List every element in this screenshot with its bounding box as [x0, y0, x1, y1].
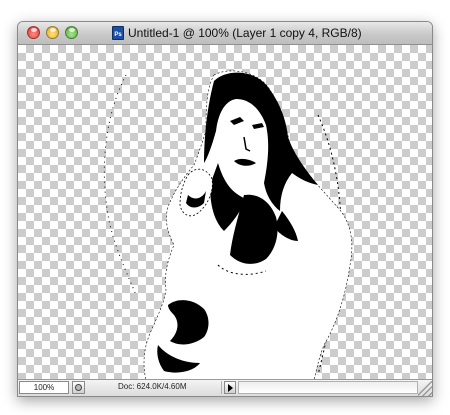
- resize-grip-icon[interactable]: [418, 381, 432, 396]
- photoshop-document-icon: Ps: [112, 26, 124, 40]
- document-size-info: Doc: 624.0K/4.60M: [88, 381, 222, 394]
- document-window: Ps Untitled-1 @ 100% (Layer 1 copy 4, RG…: [17, 21, 433, 397]
- status-menu-arrow-icon[interactable]: [224, 381, 236, 394]
- horizontal-scrollbar[interactable]: [238, 381, 418, 394]
- navigator-icon[interactable]: [72, 381, 85, 394]
- status-bar: 100% Doc: 624.0K/4.60M: [18, 379, 432, 396]
- minimize-button[interactable]: [46, 26, 59, 39]
- window-title: Ps Untitled-1 @ 100% (Layer 1 copy 4, RG…: [112, 25, 362, 41]
- zoom-level-field[interactable]: 100%: [19, 381, 69, 394]
- close-button[interactable]: [27, 26, 40, 39]
- window-title-text: Untitled-1 @ 100% (Layer 1 copy 4, RGB/8…: [128, 26, 362, 40]
- zoom-button[interactable]: [65, 26, 78, 39]
- title-bar[interactable]: Ps Untitled-1 @ 100% (Layer 1 copy 4, RG…: [18, 22, 432, 45]
- layer-image: [103, 70, 353, 380]
- stray-pixels-left: [103, 74, 137, 296]
- document-canvas[interactable]: [18, 45, 432, 380]
